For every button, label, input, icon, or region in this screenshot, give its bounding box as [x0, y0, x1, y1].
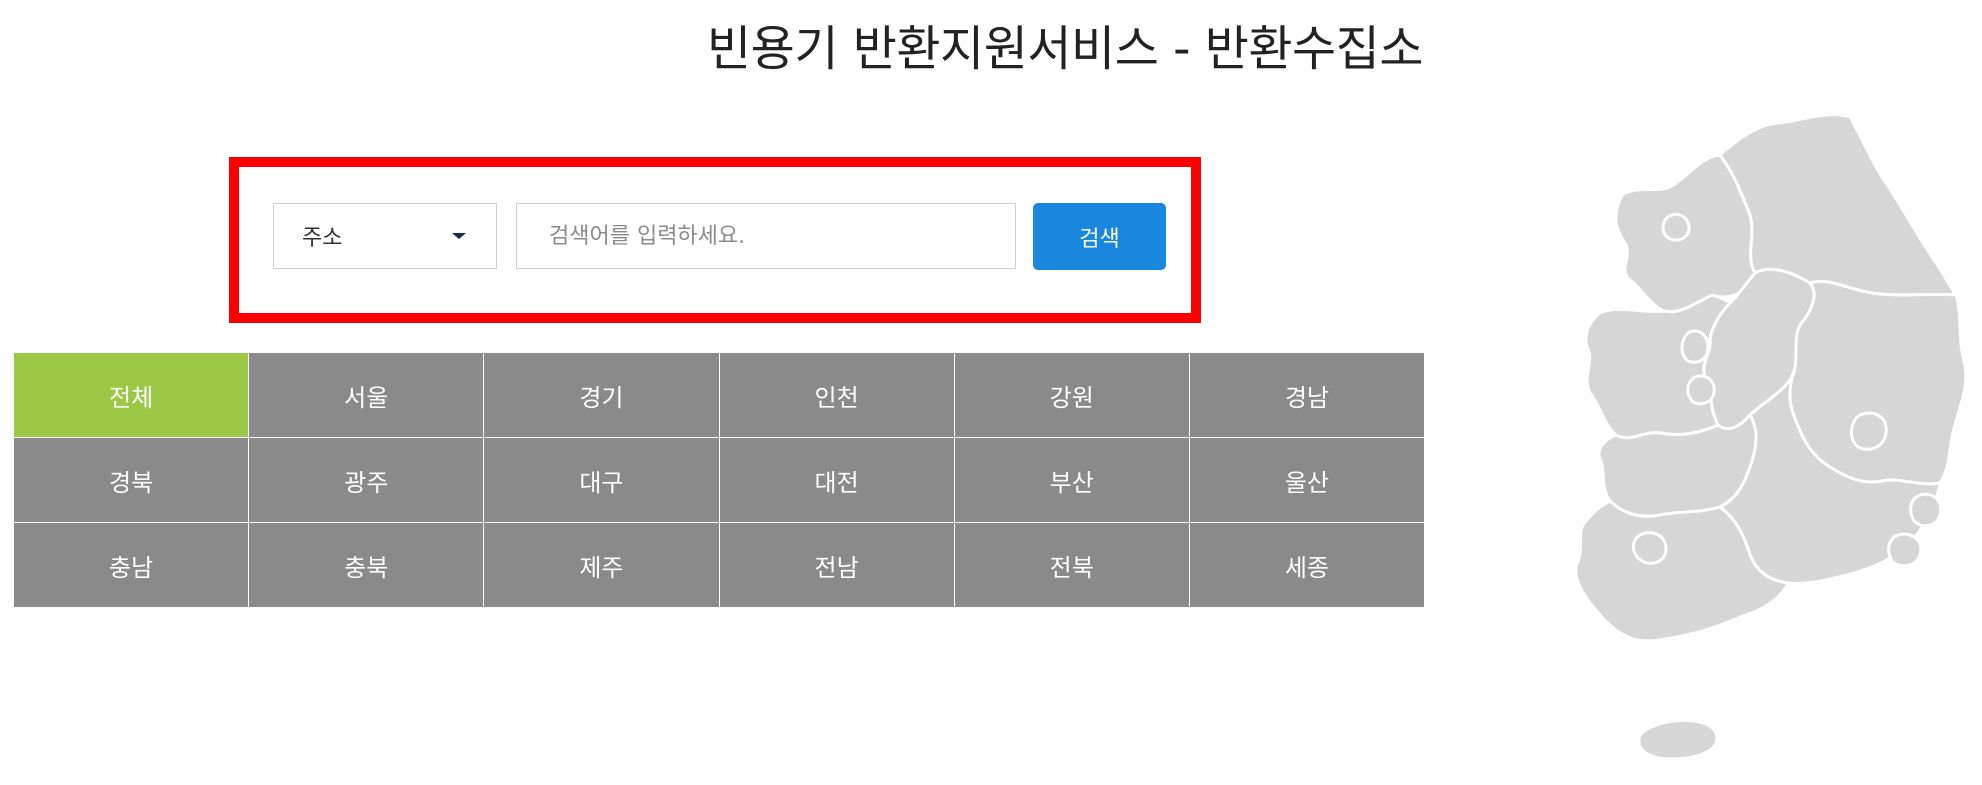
map-region-gwangju[interactable] — [1632, 531, 1668, 565]
map-region-gangwon[interactable] — [1718, 115, 1958, 297]
region-tab-gyeongbuk[interactable]: 경북 — [14, 438, 249, 522]
region-tab-chungnam[interactable]: 충남 — [14, 523, 249, 607]
region-tab-all[interactable]: 전체 — [14, 353, 249, 437]
region-tab-gwangju[interactable]: 광주 — [249, 438, 484, 522]
region-tab-gangwon[interactable]: 강원 — [954, 353, 1189, 437]
region-tab-jeju[interactable]: 제주 — [484, 523, 719, 607]
map-region-gyeongbuk[interactable] — [1788, 279, 1968, 486]
region-tab-sejong[interactable]: 세종 — [1189, 523, 1424, 607]
korea-map-icon — [1574, 115, 1968, 761]
search-type-select[interactable]: 주소 — [273, 203, 497, 269]
region-tab-busan[interactable]: 부산 — [954, 438, 1189, 522]
map-region-busan[interactable] — [1887, 532, 1923, 568]
map-region-sejong[interactable] — [1680, 329, 1710, 364]
map-region-jeju[interactable] — [1637, 719, 1719, 761]
search-input[interactable] — [516, 203, 1016, 269]
map-region-daegu[interactable] — [1850, 411, 1888, 451]
region-tab-incheon[interactable]: 인천 — [719, 353, 954, 437]
map-region-daejeon[interactable] — [1686, 374, 1716, 406]
region-tab-daejeon[interactable]: 대전 — [719, 438, 954, 522]
region-tab-chungbuk[interactable]: 충북 — [249, 523, 484, 607]
map-region-ulsan[interactable] — [1909, 492, 1943, 528]
search-button[interactable]: 검색 — [1033, 203, 1166, 270]
search-type-value: 주소 — [302, 226, 343, 251]
region-tab-ulsan[interactable]: 울산 — [1189, 438, 1424, 522]
region-grid: 전체 서울 경기 인천 강원 경남 경북 광주 대구 대전 부산 울산 충남 충… — [14, 353, 1424, 607]
region-tab-jeonbuk[interactable]: 전북 — [954, 523, 1189, 607]
chevron-down-icon — [452, 233, 466, 239]
page-title: 빈용기 반환지원서비스 - 반환수집소 — [707, 21, 1424, 77]
region-tab-seoul[interactable]: 서울 — [249, 353, 484, 437]
map-region-seoul[interactable] — [1661, 212, 1691, 242]
region-tab-daegu[interactable]: 대구 — [484, 438, 719, 522]
region-tab-gyeongnam[interactable]: 경남 — [1189, 353, 1424, 437]
page: 빈용기 반환지원서비스 - 반환수집소 주소 검색 전체 서울 경기 인천 강원… — [0, 0, 1982, 785]
region-tab-jeonnam[interactable]: 전남 — [719, 523, 954, 607]
region-tab-gyeonggi[interactable]: 경기 — [484, 353, 719, 437]
